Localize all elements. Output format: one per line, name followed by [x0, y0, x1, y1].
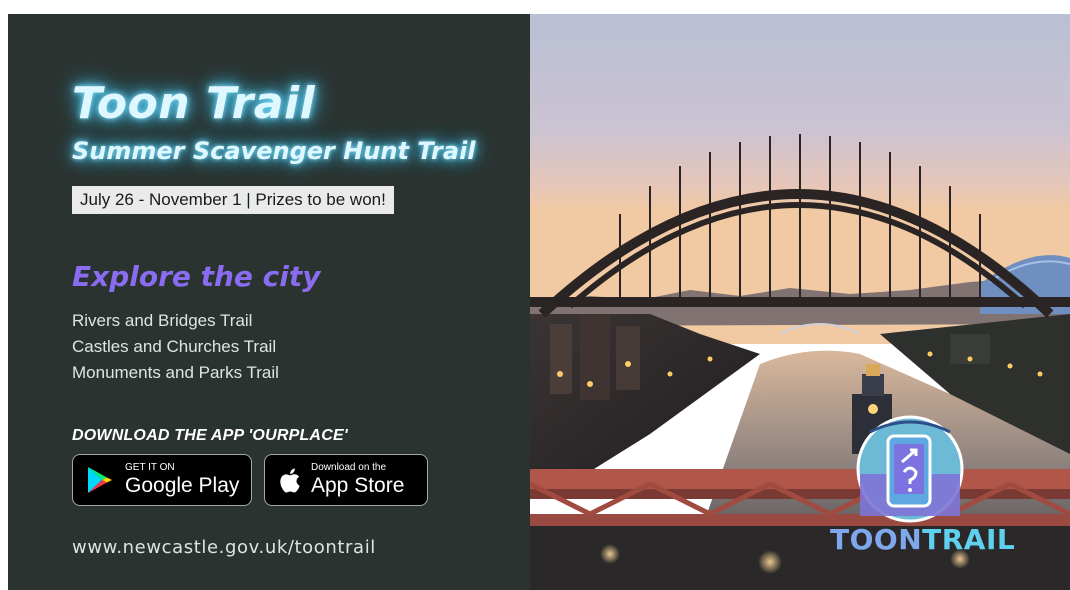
trail-item: Rivers and Bridges Trail — [72, 311, 253, 330]
google-play-label: Google Play — [125, 474, 240, 497]
apple-icon — [280, 468, 300, 493]
toon-trail-logo — [856, 415, 964, 523]
trail-list: Rivers and Bridges Trail Castles and Chu… — [72, 308, 279, 386]
app-store-label: App Store — [311, 474, 405, 497]
title: Toon Trail — [72, 78, 316, 129]
bridge-photo — [530, 14, 1070, 590]
app-store-button[interactable]: Download on the App Store — [264, 454, 428, 506]
explore-heading: Explore the city — [72, 260, 321, 293]
website-link[interactable]: www.newcastle.gov.uk/toontrail — [72, 536, 376, 560]
promo-slide: Toon Trail Summer Scavenger Hunt Trail J… — [8, 14, 1070, 590]
subtitle: Summer Scavenger Hunt Trail — [72, 137, 476, 165]
logo-text-trail: TRAIL — [922, 523, 1016, 556]
info-panel: Toon Trail Summer Scavenger Hunt Trail J… — [8, 14, 530, 590]
bridge-photo-panel: TOONTRAIL — [530, 14, 1070, 590]
google-play-small-label: GET IT ON — [125, 462, 175, 473]
date-banner: July 26 - November 1 | Prizes to be won! — [72, 186, 394, 214]
google-play-button[interactable]: GET IT ON Google Play — [72, 454, 252, 506]
trail-item: Monuments and Parks Trail — [72, 363, 279, 382]
google-play-icon — [88, 467, 112, 493]
logo-text-toon: TOON — [830, 523, 923, 556]
app-store-small-label: Download on the — [311, 462, 387, 473]
download-heading: DOWNLOAD THE APP 'OURPLACE' — [72, 427, 348, 444]
toon-trail-logo-text: TOONTRAIL — [830, 524, 1015, 556]
trail-item: Castles and Churches Trail — [72, 337, 277, 356]
